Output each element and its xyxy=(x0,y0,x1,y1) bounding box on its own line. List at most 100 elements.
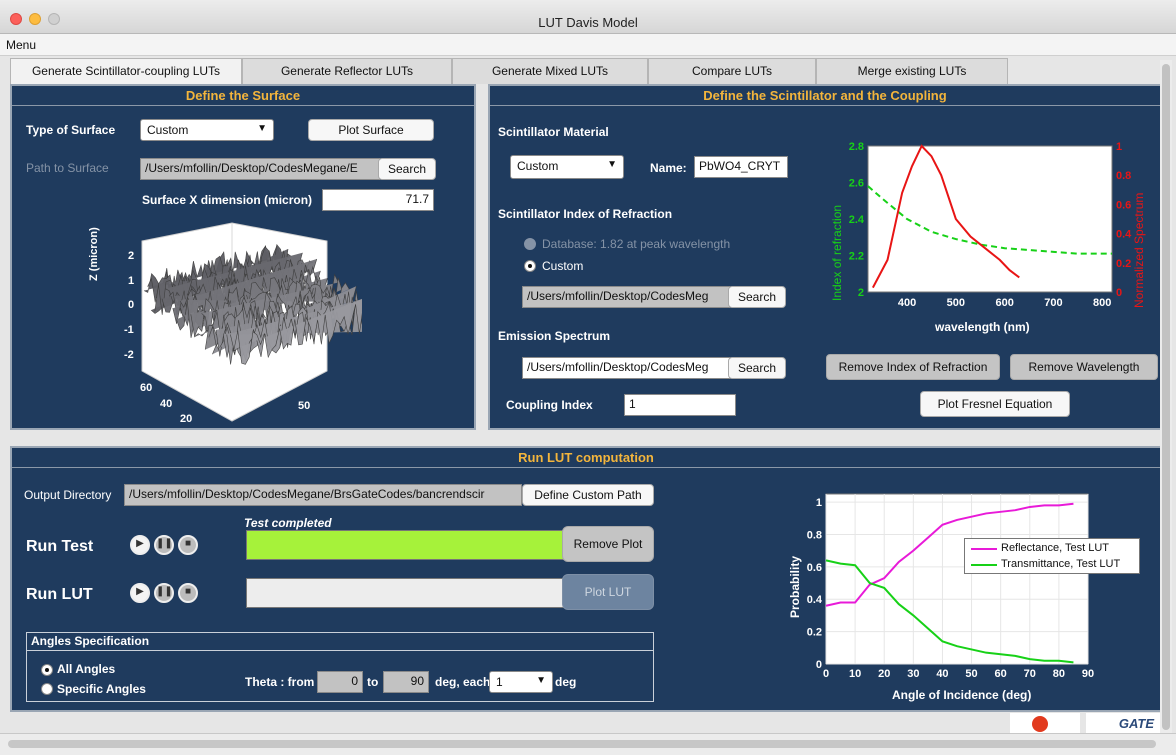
name-field[interactable]: PbWO4_CRYT xyxy=(694,156,788,178)
lut-progress-bar xyxy=(246,578,564,608)
tab-reflector[interactable]: Generate Reflector LUTs xyxy=(242,58,452,84)
logo-mark xyxy=(1032,716,1048,732)
theta-from-field[interactable]: 0 xyxy=(317,671,363,693)
z-tick: 0 xyxy=(128,299,135,311)
each-label: deg, each xyxy=(435,675,491,689)
ior-path-field[interactable]: /Users/mfollin/Desktop/CodesMeg xyxy=(522,286,730,308)
horizontal-scroll-thumb[interactable] xyxy=(8,740,1156,748)
test-progress-bar xyxy=(246,530,564,560)
tab-merge[interactable]: Merge existing LUTs xyxy=(816,58,1008,84)
define-custom-path-button[interactable]: Define Custom Path xyxy=(522,484,654,506)
material-select[interactable]: Custom ▼ xyxy=(510,155,624,179)
y-tick-label: 0.2 xyxy=(807,627,822,639)
chevron-down-icon: ▼ xyxy=(536,675,546,686)
surface-type-label: Type of Surface xyxy=(26,123,116,137)
spectrum-y-label: Normalized Spectrum xyxy=(1132,192,1146,308)
vertical-scrollbar[interactable] xyxy=(1160,60,1172,734)
ior-label: Scintillator Index of Refraction xyxy=(498,207,673,221)
run-lut-play-button[interactable]: ▶ xyxy=(130,583,150,603)
menu-item[interactable]: Menu xyxy=(6,38,36,52)
play-icon: ▶ xyxy=(136,538,144,549)
run-panel-title: Run LUT computation xyxy=(12,448,1160,468)
tab-scintillator-coupling[interactable]: Generate Scintillator-coupling LUTs xyxy=(10,58,242,84)
remove-wavelength-button[interactable]: Remove Wavelength xyxy=(1010,354,1158,380)
z-tick: -1 xyxy=(124,324,134,336)
x-tick-label: 400 xyxy=(898,297,916,309)
x-tick-label: 20 xyxy=(878,668,890,680)
window-titlebar: LUT Davis Model xyxy=(0,0,1176,34)
x-tick-label: 80 xyxy=(1053,668,1065,680)
y-tick-label: 0.4 xyxy=(807,594,823,606)
angle-x-label: Angle of Incidence (deg) xyxy=(892,688,1032,702)
ior-search-button[interactable]: Search xyxy=(728,286,786,308)
emission-path-field[interactable]: /Users/mfollin/Desktop/CodesMeg xyxy=(522,357,730,379)
y-tick: 60 xyxy=(140,382,153,394)
material-label: Scintillator Material xyxy=(498,125,609,139)
menu-bar: Menu xyxy=(0,34,1176,56)
tab-compare[interactable]: Compare LUTs xyxy=(648,58,816,84)
x-tick-label: 600 xyxy=(995,297,1013,309)
all-angles-label: All Angles xyxy=(57,662,116,676)
vertical-scroll-thumb[interactable] xyxy=(1162,64,1170,730)
window-title: LUT Davis Model xyxy=(538,15,638,30)
legend-swatch xyxy=(971,548,997,550)
y2-tick-label: 0 xyxy=(1116,287,1122,299)
output-dir-label: Output Directory xyxy=(24,488,112,502)
to-label: to xyxy=(367,675,379,689)
run-lut-label: Run LUT xyxy=(26,586,93,603)
all-angles-radio[interactable] xyxy=(41,664,53,676)
plot-area xyxy=(867,145,1113,293)
y2-tick-label: 0.6 xyxy=(1116,199,1131,211)
x-tick-label: 700 xyxy=(1044,297,1062,309)
refraction-chart: 400 500 600 700 800 2 2.2 2.4 2.6 2.8 0 0.2 0.4 0.6 0.… xyxy=(849,141,1132,309)
remove-plot-button[interactable]: Remove Plot xyxy=(562,526,654,562)
database-radio[interactable] xyxy=(524,238,536,250)
gate-logo: GATE xyxy=(1086,713,1160,735)
wavelength-x-label: wavelength (nm) xyxy=(935,320,1030,334)
custom-radio[interactable] xyxy=(524,260,536,272)
run-lut-pause-button[interactable]: ❚❚ xyxy=(154,583,174,603)
x-tick-label: 90 xyxy=(1082,668,1094,680)
surface-type-value: Custom xyxy=(147,123,189,137)
run-test-stop-button[interactable]: ■ xyxy=(178,535,198,555)
step-value: 1 xyxy=(496,675,503,689)
angles-title: Angles Specification xyxy=(27,633,653,651)
z-tick: -2 xyxy=(124,349,134,361)
x-tick-label: 40 xyxy=(936,668,948,680)
pause-icon: ❚❚ xyxy=(156,586,173,597)
surface-search-button[interactable]: Search xyxy=(378,158,436,180)
institute-logo xyxy=(1010,713,1080,735)
surface-xdim-field[interactable]: 71.7 xyxy=(322,189,434,211)
theta-to-field[interactable]: 90 xyxy=(383,671,429,693)
step-select[interactable]: 1 ▼ xyxy=(489,671,553,693)
remove-ior-button[interactable]: Remove Index of Refraction xyxy=(826,354,1000,380)
x-tick-label: 10 xyxy=(849,668,861,680)
run-lut-stop-button[interactable]: ■ xyxy=(178,583,198,603)
angles-group: Angles Specification All Angles Specific… xyxy=(26,632,654,702)
surface-path-field[interactable]: /Users/mfollin/Desktop/CodesMegane/E xyxy=(140,158,380,180)
surface-panel: Define the Surface Type of Surface Custo… xyxy=(10,84,476,430)
output-dir-field[interactable]: /Users/mfollin/Desktop/CodesMegane/BrsGa… xyxy=(124,484,522,506)
surface-path-label: Path to Surface xyxy=(26,161,109,175)
specific-angles-radio[interactable] xyxy=(41,683,53,695)
stop-icon: ■ xyxy=(184,586,192,597)
legend-swatch xyxy=(971,564,997,566)
x-tick-label: 60 xyxy=(995,668,1007,680)
run-test-label: Run Test xyxy=(26,538,94,555)
tab-mixed[interactable]: Generate Mixed LUTs xyxy=(452,58,648,84)
surface-type-select[interactable]: Custom ▼ xyxy=(140,119,274,141)
emission-label: Emission Spectrum xyxy=(498,329,611,343)
emission-search-button[interactable]: Search xyxy=(728,357,786,379)
test-status-label: Test completed xyxy=(244,516,332,530)
run-test-pause-button[interactable]: ❚❚ xyxy=(154,535,174,555)
run-test-play-button[interactable]: ▶ xyxy=(130,535,150,555)
horizontal-scrollbar[interactable] xyxy=(0,733,1176,755)
coupling-field[interactable]: 1 xyxy=(624,394,736,416)
y2-tick-label: 1 xyxy=(1116,141,1122,153)
x-tick-label: 0 xyxy=(823,668,829,680)
y-tick: 40 xyxy=(160,398,173,410)
plot-surface-button[interactable]: Plot Surface xyxy=(308,119,434,141)
plot-lut-button[interactable]: Plot LUT xyxy=(562,574,654,610)
plot-fresnel-button[interactable]: Plot Fresnel Equation xyxy=(920,391,1070,417)
coupling-label: Coupling Index xyxy=(506,398,593,412)
